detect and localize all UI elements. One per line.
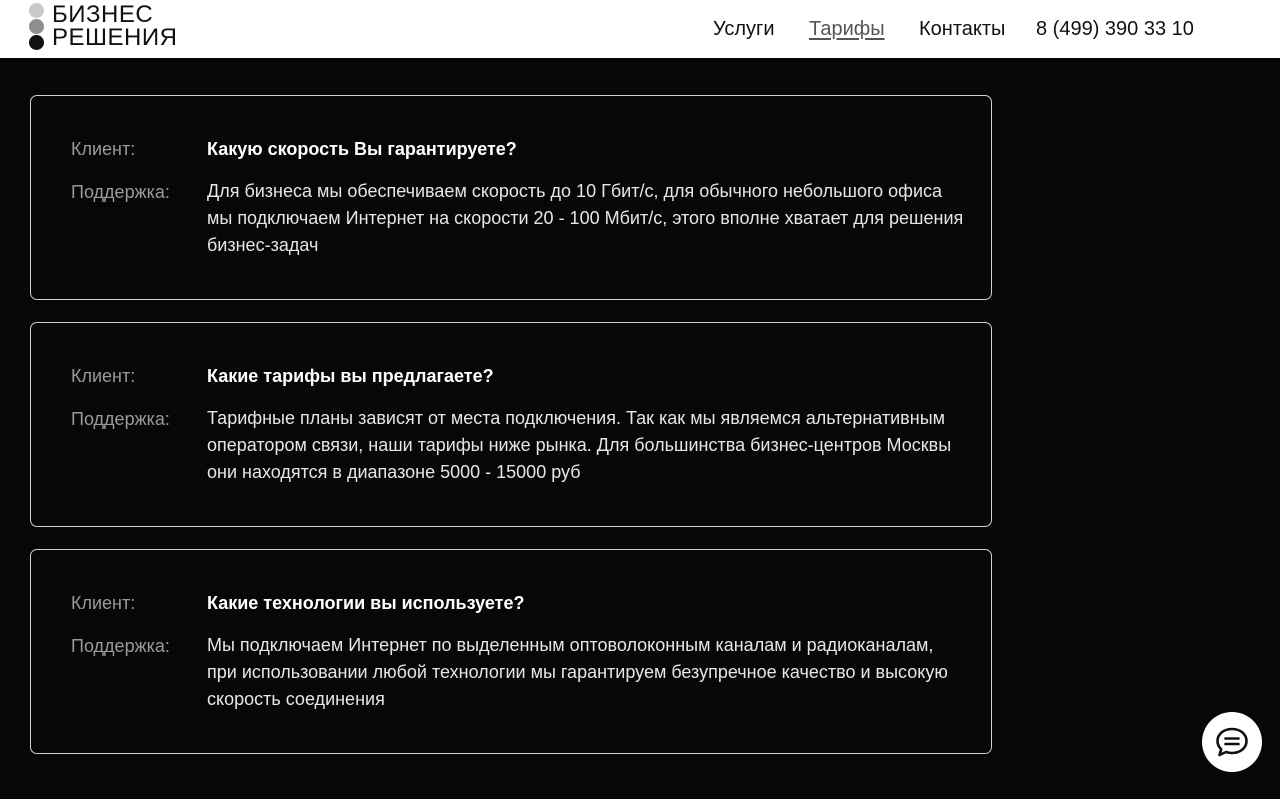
main-nav: Услуги Тарифы Контакты 8 (499) 390 33 10 [0,15,1280,43]
faq-question: Какие технологии вы используете? [207,593,525,613]
support-label: Поддержка: [71,409,170,429]
faq-question: Какую скорость Вы гарантируете? [207,139,517,159]
faq-answer: Мы подключаем Интернет по выделенным опт… [207,635,948,709]
client-label: Клиент: [71,139,136,159]
faq-answer: Для бизнеса мы обеспечиваем скорость до … [207,181,964,255]
nav-link-contacts[interactable]: Контакты [919,15,1005,43]
faq-card: Клиент: Какие технологии вы используете?… [30,549,992,754]
support-label: Поддержка: [71,636,170,656]
faq-card: Клиент: Какие тарифы вы предлагаете? Под… [30,322,992,527]
support-label: Поддержка: [71,182,170,202]
faq-answer: Тарифные планы зависят от места подключе… [207,408,952,482]
site-header: БИЗНЕС РЕШЕНИЯ Услуги Тарифы Контакты 8 … [0,0,1280,58]
client-label: Клиент: [71,366,136,386]
faq-question: Какие тарифы вы предлагаете? [207,366,494,386]
phone-link[interactable]: 8 (499) 390 33 10 [1036,15,1194,43]
chat-bubble-icon [1216,727,1248,757]
nav-link-tariffs[interactable]: Тарифы [809,15,885,43]
chat-widget-button[interactable] [1202,712,1262,772]
nav-link-services[interactable]: Услуги [713,15,775,43]
faq-card: Клиент: Какую скорость Вы гарантируете? … [30,95,992,300]
client-label: Клиент: [71,593,136,613]
